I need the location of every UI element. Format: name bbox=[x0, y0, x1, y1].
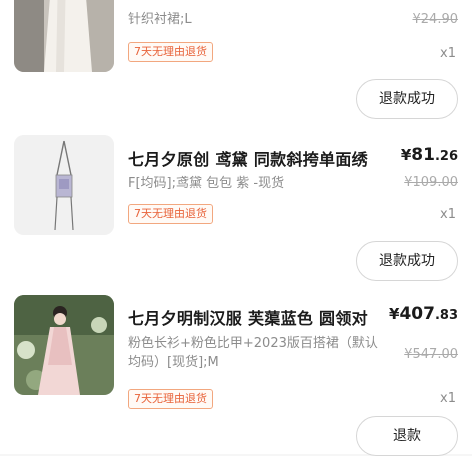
refund-success-button[interactable]: 退款成功 bbox=[356, 241, 458, 281]
quantity: x1 bbox=[440, 207, 456, 222]
product-spec: 针织衬裙;L bbox=[128, 12, 192, 27]
quantity: x1 bbox=[440, 46, 456, 61]
order-card[interactable]: 七月夕明制汉服 芙蕖蓝色 圆领对 ¥407.83 粉色长衫+粉色比甲+2023版… bbox=[0, 285, 472, 456]
price-decimal: .26 bbox=[434, 149, 458, 164]
refund-button[interactable]: 退款 bbox=[356, 416, 458, 456]
product-thumbnail[interactable] bbox=[14, 135, 114, 235]
refund-success-button[interactable]: 退款成功 bbox=[356, 79, 458, 119]
original-price: ¥109.00 bbox=[404, 175, 458, 190]
order-card[interactable]: 七月夕原创 鸢黛 同款斜挎单面绣 ¥81.26 F[均码];鸢黛 包包 紫 -现… bbox=[0, 125, 472, 285]
product-thumbnail[interactable] bbox=[14, 295, 114, 395]
current-price: ¥81.26 bbox=[401, 145, 458, 165]
quantity: x1 bbox=[440, 391, 456, 406]
product-title[interactable]: 七月夕明制汉服 芙蕖蓝色 圆领对 bbox=[128, 305, 384, 329]
current-price: ¥407.83 bbox=[389, 304, 458, 324]
return-policy-tag: 7天无理由退货 bbox=[128, 204, 213, 224]
price-integer: 407 bbox=[399, 304, 435, 324]
original-price: ¥24.90 bbox=[412, 12, 459, 27]
order-card[interactable]: 针织衬裙;L ¥24.90 7天无理由退货 x1 退款成功 bbox=[0, 0, 472, 125]
price-decimal: .83 bbox=[434, 308, 458, 323]
return-policy-tag: 7天无理由退货 bbox=[128, 42, 213, 62]
hanfu-model-photo-icon bbox=[14, 295, 114, 395]
white-skirt-photo-icon bbox=[14, 0, 114, 72]
price-symbol: ¥ bbox=[389, 305, 400, 323]
original-price: ¥547.00 bbox=[404, 347, 458, 362]
product-thumbnail[interactable] bbox=[14, 0, 114, 72]
product-spec: 粉色长衫+粉色比甲+2023版百搭裙（默认均码）[现货];M bbox=[128, 336, 378, 370]
crossbody-bag-photo-icon bbox=[14, 135, 114, 235]
return-policy-tag: 7天无理由退货 bbox=[128, 389, 213, 409]
price-symbol: ¥ bbox=[400, 146, 412, 164]
product-title[interactable]: 七月夕原创 鸢黛 同款斜挎单面绣 bbox=[128, 146, 384, 170]
price-integer: 81 bbox=[411, 145, 435, 165]
product-spec: F[均码];鸢黛 包包 紫 -现货 bbox=[128, 176, 285, 191]
